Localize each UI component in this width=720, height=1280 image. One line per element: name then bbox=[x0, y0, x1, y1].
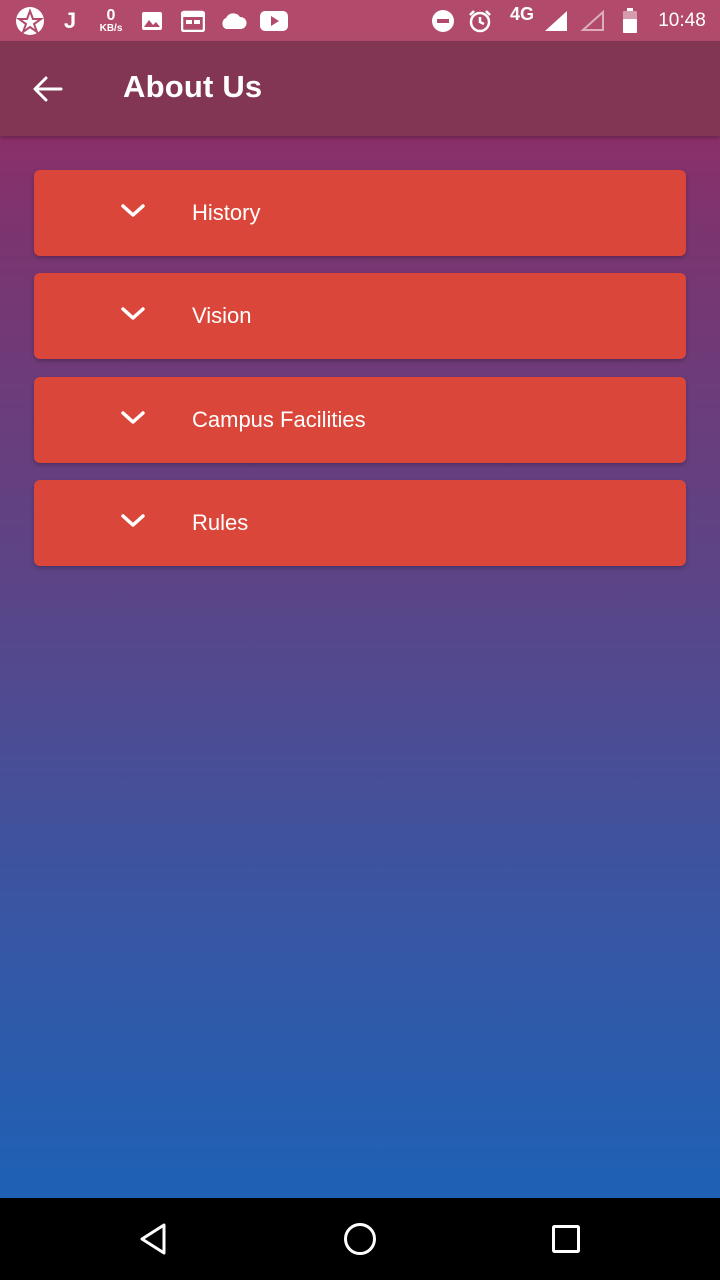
section-vision[interactable]: Vision bbox=[34, 273, 686, 359]
section-label: History bbox=[192, 200, 261, 225]
clock: 10:48 bbox=[658, 9, 706, 31]
nav-home-button[interactable] bbox=[335, 1214, 385, 1264]
cloud-icon bbox=[219, 0, 247, 41]
j-icon: J bbox=[63, 7, 77, 33]
chevron-down-icon bbox=[121, 307, 145, 320]
arrow-left-icon bbox=[33, 76, 63, 102]
page-title: About Us bbox=[123, 69, 263, 104]
nav-back-button[interactable] bbox=[128, 1214, 178, 1264]
app-bar: About Us bbox=[0, 41, 720, 136]
battery-icon bbox=[621, 0, 639, 41]
app-logo-icon bbox=[14, 0, 46, 41]
network-type: 4G bbox=[509, 4, 534, 24]
back-button[interactable] bbox=[20, 61, 76, 117]
home-circle-icon bbox=[344, 1223, 376, 1255]
status-bar: J 0 KB/s 4G 10:48 bbox=[0, 0, 720, 41]
section-rules[interactable]: Rules bbox=[34, 480, 686, 566]
back-triangle-icon bbox=[140, 1223, 166, 1255]
signal-icon bbox=[543, 0, 569, 41]
calendar-icon bbox=[180, 0, 206, 41]
section-campus-facilities[interactable]: Campus Facilities bbox=[34, 377, 686, 463]
recents-square-icon bbox=[552, 1225, 580, 1253]
section-label: Campus Facilities bbox=[192, 407, 366, 432]
section-label: Rules bbox=[192, 510, 249, 535]
section-label: Vision bbox=[192, 303, 252, 328]
chevron-down-icon bbox=[121, 514, 145, 527]
signal-empty-icon bbox=[580, 0, 606, 41]
navigation-bar bbox=[0, 1198, 720, 1280]
net-speed: 0 KB/s bbox=[99, 6, 123, 34]
nav-recents-button[interactable] bbox=[541, 1214, 591, 1264]
chevron-down-icon bbox=[121, 204, 145, 217]
alarm-icon bbox=[466, 0, 494, 41]
dnd-icon bbox=[430, 0, 456, 41]
chevron-down-icon bbox=[121, 411, 145, 424]
section-history[interactable]: History bbox=[34, 170, 686, 256]
gallery-icon bbox=[140, 0, 164, 41]
youtube-icon bbox=[260, 0, 288, 41]
